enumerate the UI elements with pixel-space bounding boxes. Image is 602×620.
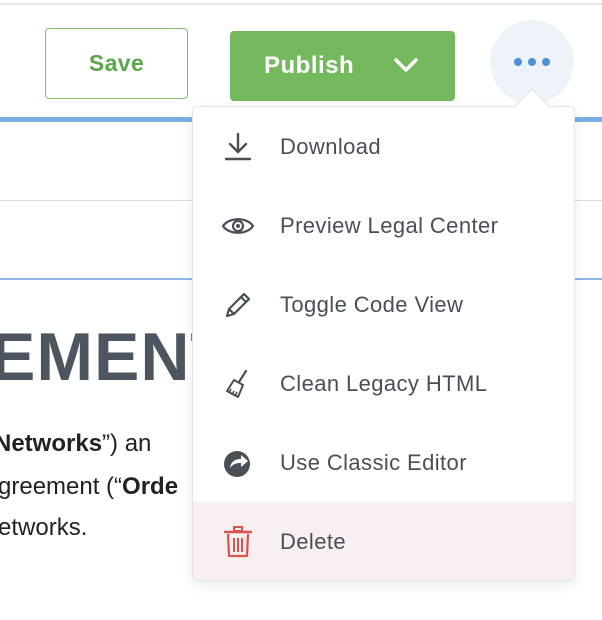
broom-icon	[219, 365, 257, 403]
trash-icon	[219, 523, 257, 561]
menu-item-clean-legacy-html[interactable]: Clean Legacy HTML	[193, 344, 574, 423]
share-icon	[219, 444, 257, 482]
document-line: Networks”) an	[0, 430, 151, 458]
publish-label: Publish	[264, 52, 355, 79]
bold-text: Networks	[0, 430, 103, 457]
eye-icon	[219, 207, 257, 245]
menu-item-use-classic-editor[interactable]: Use Classic Editor	[193, 423, 574, 502]
publish-button[interactable]: Publish	[230, 31, 455, 101]
text-fragment: ”) an	[102, 430, 152, 457]
menu-item-label: Use Classic Editor	[280, 449, 467, 475]
menu-item-preview-legal-center[interactable]: Preview Legal Center	[193, 186, 574, 265]
menu-item-label: Clean Legacy HTML	[280, 370, 488, 396]
menu-item-label: Download	[280, 133, 382, 159]
menu-item-delete[interactable]: Delete	[193, 502, 574, 580]
menu-item-toggle-code-view[interactable]: Toggle Code View	[193, 265, 574, 344]
pencil-icon	[219, 286, 257, 324]
download-icon	[219, 128, 257, 166]
more-options-menu: Download Preview Legal Center Toggle Cod…	[192, 106, 575, 581]
bold-text: Orde	[122, 473, 179, 500]
chevron-down-icon[interactable]	[391, 53, 421, 77]
editor-toolbar: Save Publish	[0, 0, 602, 120]
menu-item-download[interactable]: Download	[193, 107, 574, 186]
save-button[interactable]: Save	[45, 28, 188, 99]
more-dot	[528, 58, 536, 66]
more-dot	[542, 58, 550, 66]
menu-item-label: Preview Legal Center	[280, 212, 499, 238]
text-fragment: greement (“	[0, 473, 123, 500]
document-line: greement (“Orde	[0, 473, 178, 501]
document-line: etworks.	[0, 514, 88, 541]
menu-item-label: Delete	[280, 528, 346, 554]
menu-item-label: Toggle Code View	[280, 291, 464, 317]
more-horizontal-icon	[514, 58, 522, 66]
